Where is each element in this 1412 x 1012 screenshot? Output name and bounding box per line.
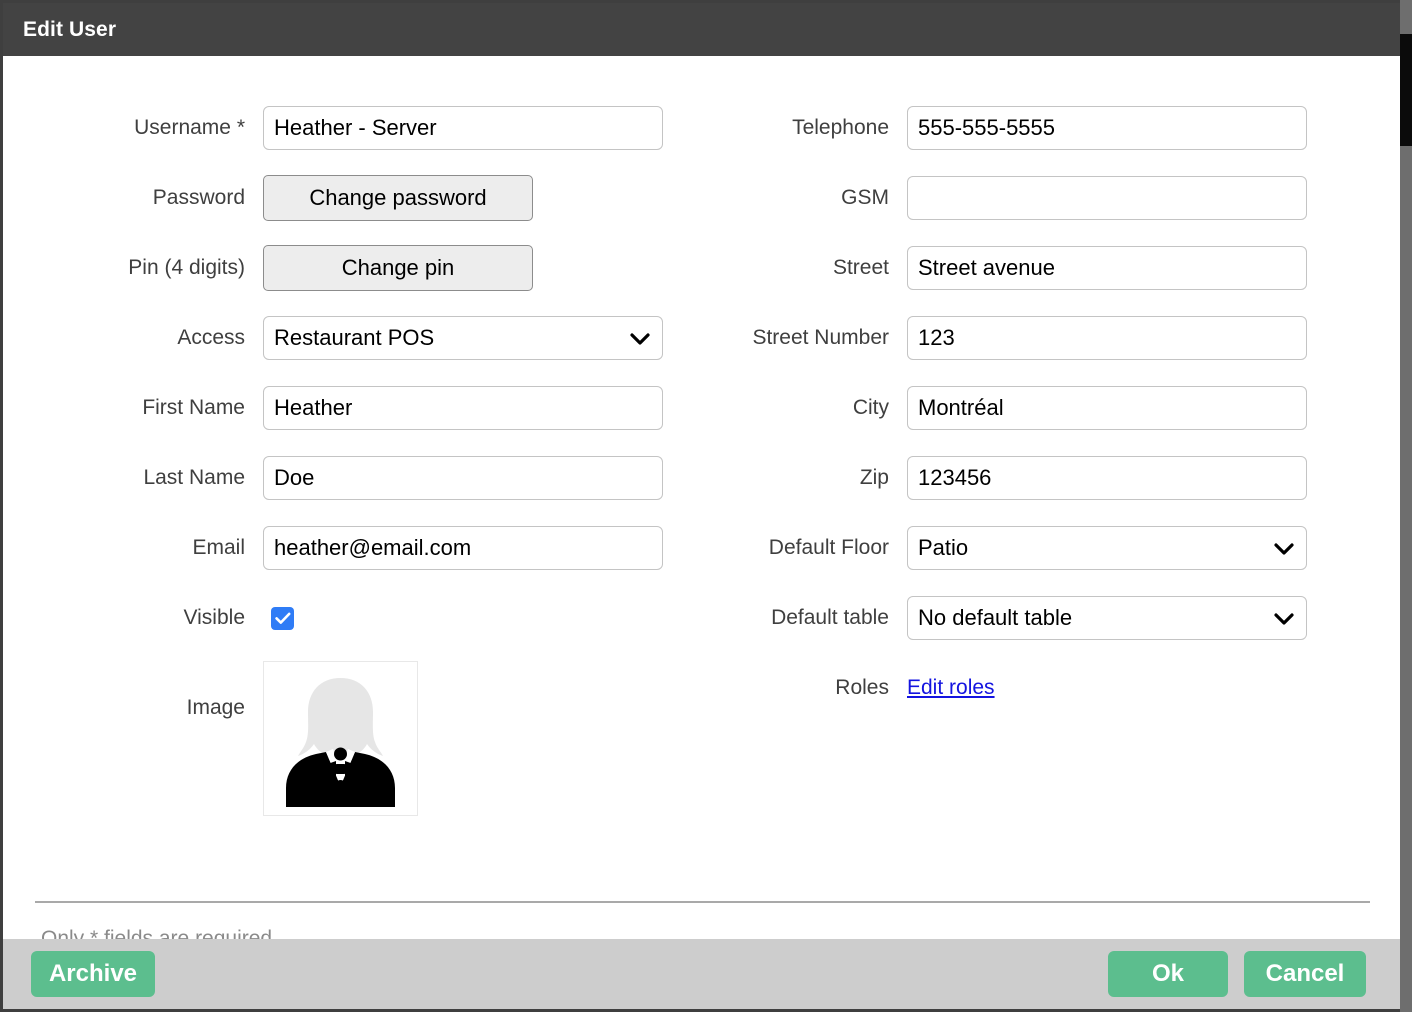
dialog-body: Username * Heather - Server Password Cha… [3,56,1400,939]
field-password: Password Change password [3,175,703,221]
email-input[interactable]: heather@email.com [263,526,663,570]
chevron-down-icon [630,317,650,359]
field-street-number: Street Number 123 [703,316,1343,360]
city-input[interactable]: Montréal [907,386,1307,430]
username-input[interactable]: Heather - Server [263,106,663,150]
street-input[interactable]: Street avenue [907,246,1307,290]
roles-link-wrap: Edit roles [907,676,995,700]
default-table-select[interactable]: No default table [907,596,1307,640]
change-password-button[interactable]: Change password [263,175,533,221]
zip-input[interactable]: 123456 [907,456,1307,500]
scrollbar-thumb[interactable] [1400,34,1412,146]
dialog-action-bar: Archive Ok Cancel [3,939,1400,1009]
label-image: Image [186,696,245,719]
field-last-name: Last Name Doe [3,456,703,500]
default-table-select-value: No default table [918,605,1073,630]
label-gsm: GSM [841,186,889,209]
default-floor-select-value: Patio [918,535,969,560]
field-street: Street Street avenue [703,246,1343,290]
avatar-wrap [263,661,418,816]
first-name-input[interactable]: Heather [263,386,663,430]
label-telephone: Telephone [792,116,889,139]
field-roles: Roles Edit roles [703,666,1343,710]
change-pin-button[interactable]: Change pin [263,245,533,291]
label-city: City [852,396,889,419]
access-select-value: Restaurant POS [274,325,435,350]
access-select[interactable]: Restaurant POS [263,316,663,360]
label-username: Username * [134,116,245,139]
cancel-button[interactable]: Cancel [1244,951,1366,997]
label-street-number: Street Number [752,326,889,349]
default-floor-select[interactable]: Patio [907,526,1307,570]
dialog-title-bar: Edit User [3,3,1400,56]
visible-checkbox[interactable] [271,606,294,630]
label-default-floor: Default Floor [768,536,889,559]
field-access: Access Restaurant POS [3,316,703,360]
field-gsm: GSM [703,176,1343,220]
field-pin: Pin (4 digits) Change pin [3,245,703,291]
field-first-name: First Name Heather [3,386,703,430]
chevron-down-icon [1274,527,1294,569]
archive-button[interactable]: Archive [31,951,155,997]
field-telephone: Telephone 555-555-5555 [703,106,1343,150]
label-default-table: Default table [771,606,889,629]
field-image: Image [3,656,703,816]
label-email: Email [192,536,245,559]
label-zip: Zip [859,466,889,489]
ok-button[interactable]: Ok [1108,951,1228,997]
last-name-input[interactable]: Doe [263,456,663,500]
label-roles: Roles [835,676,889,699]
footer-divider [35,901,1370,903]
label-street: Street [832,256,889,279]
field-email: Email heather@email.com [3,526,703,570]
edit-user-dialog: Edit User Username * Heather - Server Pa… [3,3,1400,1009]
label-last-name: Last Name [143,466,245,489]
field-zip: Zip 123456 [703,456,1343,500]
label-password: Password [152,186,245,209]
chevron-down-icon [1274,597,1294,639]
field-default-floor: Default Floor Patio [703,526,1343,570]
telephone-input[interactable]: 555-555-5555 [907,106,1307,150]
vertical-scrollbar[interactable] [1400,0,1412,1012]
field-visible: Visible [3,596,703,640]
label-access: Access [177,326,245,349]
label-visible: Visible [183,606,245,629]
page-title: Edit User [23,17,117,41]
field-city: City Montréal [703,386,1343,430]
label-pin: Pin (4 digits) [128,256,245,279]
gsm-input[interactable] [907,176,1307,220]
avatar[interactable] [263,661,418,816]
street-number-input[interactable]: 123 [907,316,1307,360]
edit-roles-link[interactable]: Edit roles [907,676,995,699]
required-fields-note: Only * fields are required [41,927,273,939]
field-default-table: Default table No default table [703,596,1343,640]
visible-checkbox-wrap [271,606,294,630]
field-username: Username * Heather - Server [3,106,703,150]
label-first-name: First Name [142,396,245,419]
